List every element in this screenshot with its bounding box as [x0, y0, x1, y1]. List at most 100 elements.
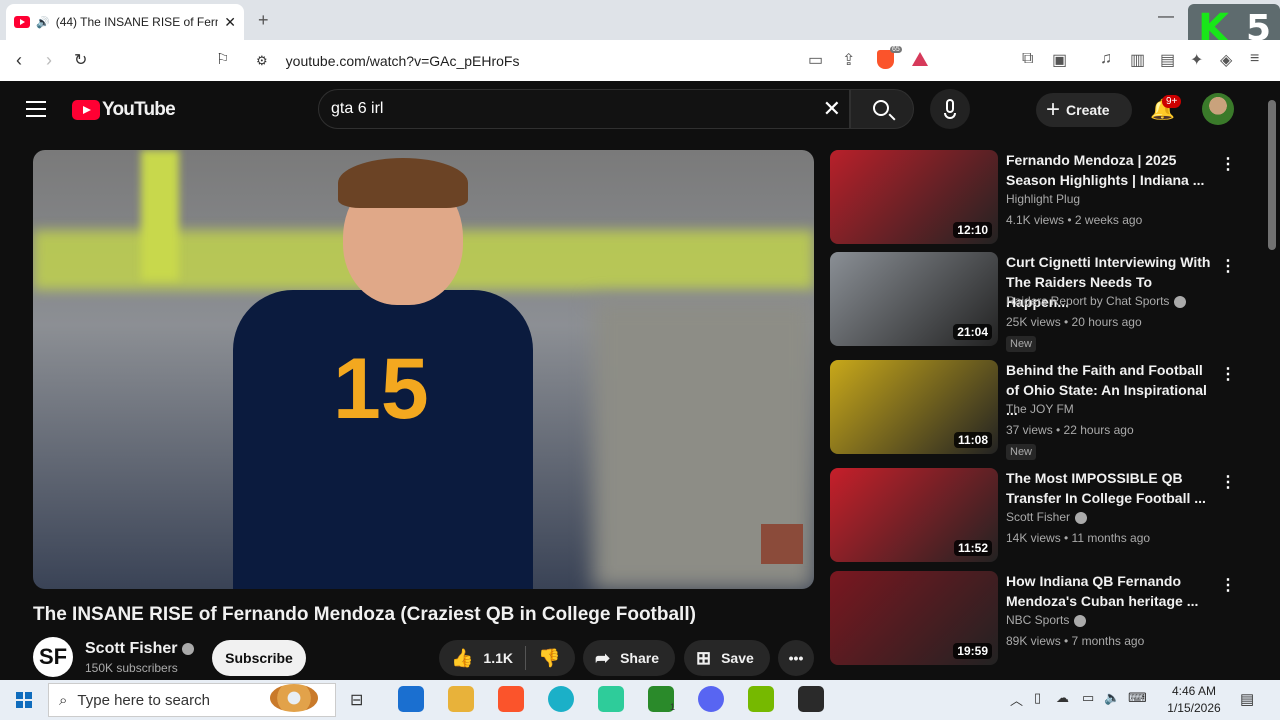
speaker-icon[interactable]: 🔊 [36, 16, 50, 29]
keyboard-icon[interactable]: ⌨ [1128, 690, 1147, 706]
voice-search-button[interactable] [930, 89, 970, 129]
windows-taskbar: ⌕ Type here to search ⊟ 1 ︿ ▯ ☁ ▭ 🔈 ⌨ 4:… [0, 680, 1280, 720]
reload-icon[interactable]: ↻ [74, 50, 87, 70]
search-icon: ⌕ [59, 691, 68, 709]
cast-icon[interactable]: ▭ [808, 50, 823, 70]
file-explorer-icon[interactable] [448, 686, 474, 712]
media-icon[interactable]: ♫ [1100, 50, 1112, 68]
bookmark-icon[interactable]: ⚐ [216, 50, 229, 68]
volume-icon[interactable]: 🔈 [1104, 690, 1120, 706]
channel-text: The JOY FM [1006, 402, 1074, 416]
tray-device-icon[interactable]: ▯ [1034, 690, 1041, 706]
task-view-icon[interactable]: ⊟ [350, 690, 363, 710]
discord-icon[interactable] [698, 686, 724, 712]
recommended-video-channel[interactable]: Highlight Plug [1006, 192, 1080, 206]
recommended-video[interactable]: 21:04 Curt Cignetti Interviewing With The… [830, 252, 1236, 352]
create-button[interactable]: + Create [1036, 93, 1132, 127]
stats-app-icon[interactable] [798, 686, 824, 712]
recommended-video[interactable]: 11:52 The Most IMPOSSIBLE QB Transfer In … [830, 468, 1236, 564]
onedrive-icon[interactable]: ☁ [1056, 690, 1069, 706]
channel-name[interactable]: Scott Fisher [85, 640, 195, 658]
sidebar-toggle-icon[interactable]: ▥ [1130, 50, 1145, 70]
channel-text: Raiders Report by Chat Sports [1006, 294, 1170, 308]
brave-rewards-icon[interactable] [912, 52, 928, 66]
recommended-video[interactable]: 11:08 Behind the Faith and Football of Oh… [830, 360, 1236, 460]
share-button[interactable]: ➦ Share [583, 640, 675, 676]
recommended-video-title[interactable]: Fernando Mendoza | 2025 Season Highlight… [1006, 150, 1216, 190]
search-highlight-icon[interactable] [270, 684, 318, 712]
back-icon[interactable]: ‹ [16, 50, 22, 71]
more-options-icon[interactable]: ⋮ [1220, 154, 1236, 174]
leo-icon[interactable]: ✦ [1190, 50, 1203, 70]
video-player[interactable]: 15 [33, 150, 814, 589]
clear-search-icon[interactable]: ✕ [823, 96, 841, 122]
menu-icon[interactable]: ≡ [1250, 50, 1259, 68]
channel-watermark[interactable] [761, 524, 803, 564]
more-options-icon[interactable]: ⋮ [1220, 364, 1236, 384]
site-info-icon[interactable]: ⚙ [256, 53, 268, 69]
search-box[interactable]: gta 6 irl ✕ [318, 89, 850, 129]
video-frame-player [233, 290, 533, 589]
video-thumbnail[interactable]: 11:52 [830, 468, 998, 562]
brave-browser-icon[interactable] [498, 686, 524, 712]
taskbar-clock[interactable]: 4:46 AM 1/15/2026 [1162, 683, 1226, 717]
chat-app-icon[interactable] [598, 686, 624, 712]
like-dislike-group: 👍 1.1K 👎 [439, 640, 575, 676]
search-input[interactable]: gta 6 irl [331, 100, 823, 118]
recommended-video-channel[interactable]: Raiders Report by Chat Sports [1006, 294, 1187, 308]
like-count[interactable]: 1.1K [483, 650, 513, 666]
recommended-video-meta: 14K views • 11 months ago [1006, 531, 1151, 545]
windows-start-icon[interactable] [16, 692, 32, 708]
more-options-icon[interactable]: ⋮ [1220, 472, 1236, 492]
save-button[interactable]: ⊞ Save [684, 640, 770, 676]
recommended-video[interactable]: 12:10 Fernando Mendoza | 2025 Season High… [830, 150, 1236, 246]
hamburger-menu-icon[interactable] [26, 101, 46, 117]
network-icon[interactable]: ▭ [1082, 690, 1094, 706]
page-scrollbar[interactable] [1268, 100, 1276, 250]
wallet-icon[interactable]: ▤ [1160, 50, 1175, 70]
address-bar: ‹ › ↻ ⚐ ⚙ youtube.com/watch?v=GAc_pEHroF… [0, 40, 1280, 81]
more-options-icon[interactable]: ⋮ [1220, 256, 1236, 276]
browser-tab-bar: 🔊 (44) The INSANE RISE of Ferna ✕ + — [0, 0, 1280, 40]
recommended-video-channel[interactable]: Scott Fisher [1006, 510, 1088, 524]
search-button[interactable] [850, 89, 914, 129]
new-tab-button[interactable]: + [258, 10, 269, 31]
video-thumbnail[interactable]: 11:08 [830, 360, 998, 454]
video-thumbnail[interactable]: 19:59 [830, 571, 998, 665]
reader-icon[interactable]: ▣ [1052, 50, 1067, 70]
nvidia-icon[interactable] [748, 686, 774, 712]
more-actions-button[interactable]: ••• [778, 640, 814, 676]
edge-browser-icon[interactable] [548, 686, 574, 712]
microsoft-store-icon[interactable] [398, 686, 424, 712]
browser-tab[interactable]: 🔊 (44) The INSANE RISE of Ferna ✕ [6, 4, 244, 40]
account-avatar[interactable] [1202, 93, 1234, 125]
dislike-icon[interactable]: 👎 [538, 648, 560, 669]
recommended-video[interactable]: 19:59 How Indiana QB Fernando Mendoza's C… [830, 571, 1236, 667]
notification-count-badge: 9+ [1162, 95, 1182, 108]
extensions-icon[interactable]: ⧉ [1022, 50, 1033, 68]
tray-expand-icon[interactable]: ︿ [1010, 690, 1023, 709]
vpn-icon[interactable]: ◈ [1220, 50, 1232, 70]
channel-avatar[interactable]: SF [33, 637, 73, 677]
recommended-video-meta: 37 views • 22 hours ago [1006, 423, 1134, 437]
close-tab-icon[interactable]: ✕ [224, 14, 236, 31]
recommended-video-channel[interactable]: NBC Sports [1006, 613, 1087, 627]
recommended-video-title[interactable]: How Indiana QB Fernando Mendoza's Cuban … [1006, 571, 1216, 611]
video-duration: 19:59 [953, 643, 992, 659]
minimize-button[interactable]: — [1158, 8, 1174, 26]
like-icon[interactable]: 👍 [451, 648, 473, 669]
video-thumbnail[interactable]: 21:04 [830, 252, 998, 346]
recommended-video-channel[interactable]: The JOY FM [1006, 402, 1074, 416]
url-field[interactable]: ⚙ youtube.com/watch?v=GAc_pEHroFs [244, 45, 944, 76]
recommended-video-title[interactable]: The Most IMPOSSIBLE QB Transfer In Colle… [1006, 468, 1216, 508]
youtube-header: YouTube gta 6 irl ✕ + Create 🔔 9+ [0, 81, 1280, 137]
recommended-video-meta: 25K views • 20 hours ago [1006, 315, 1142, 329]
youtube-logo[interactable]: YouTube [72, 99, 176, 121]
youtube-favicon-icon [14, 16, 30, 28]
forward-icon[interactable]: › [46, 50, 52, 71]
share-page-icon[interactable]: ⇪ [842, 50, 855, 70]
subscribe-button[interactable]: Subscribe [212, 640, 306, 676]
notification-center-icon[interactable]: ▤ [1240, 690, 1254, 708]
video-thumbnail[interactable]: 12:10 [830, 150, 998, 244]
more-options-icon[interactable]: ⋮ [1220, 575, 1236, 595]
